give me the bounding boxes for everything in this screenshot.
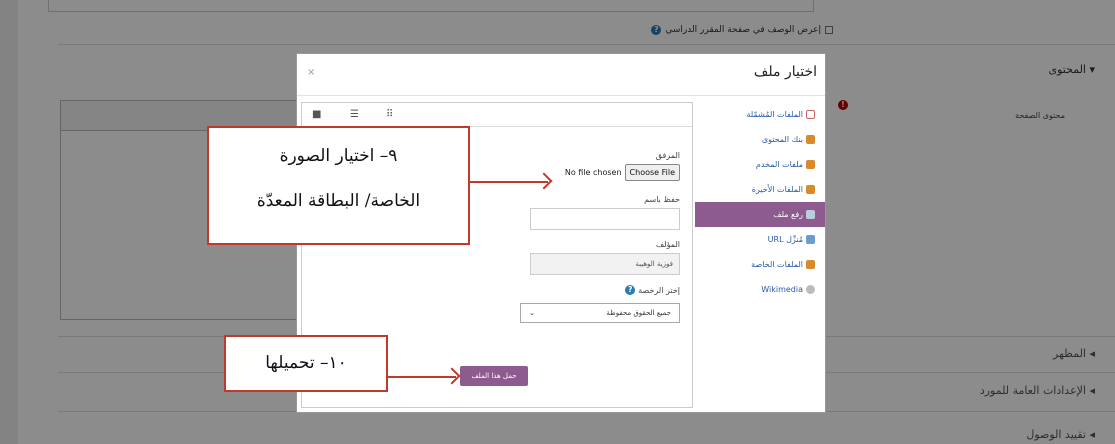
annotation-text: ٩– اختيار الصورة [279,146,398,166]
repo-url-downloader[interactable]: مُنزِّل URL [695,227,825,252]
content-bank-icon [806,135,815,144]
dialog-header: اختيار ملف × [297,54,825,96]
license-label-row: إختر الرخصة ? [320,285,680,295]
wikimedia-icon [806,285,815,294]
repo-recent-files[interactable]: الملفات الأخيرة [695,177,825,202]
list-view-icon[interactable]: ☰ [350,109,359,120]
private-files-icon [806,260,815,269]
close-icon[interactable]: × [307,67,315,78]
no-file-text: No file chosen [564,168,622,177]
upload-icon [806,210,815,219]
license-select[interactable]: جميع الحقوق محفوظة ⌄ [520,303,680,323]
repo-wikimedia[interactable]: Wikimedia [695,277,825,302]
chevron-down-icon: ⌄ [529,309,535,317]
choose-file-button[interactable]: Choose File [624,164,680,181]
license-selected-value: جميع الحقوق محفوظة [606,309,671,317]
annotation-step-9: ٩– اختيار الصورة الخاصة/ البطاقة المعدّة [207,126,470,245]
repo-server-files[interactable]: ملفات المخدم [695,152,825,177]
annotation-arrow [470,181,548,183]
annotation-step-10: ١٠– تحميلها [224,335,388,392]
license-label: إختر الرخصة [638,285,680,295]
repo-upload-file[interactable]: رفع ملف [695,202,825,227]
annotation-arrow [388,376,456,378]
repository-list: الملفات المُشمّلة بنك المحتوى ملفات المخ… [695,102,825,302]
repo-label: الملفات المُشمّلة [746,110,803,119]
url-icon [806,235,815,244]
repo-label: مُنزِّل URL [767,235,803,244]
author-input[interactable]: فوزية الوهيبة [530,253,680,275]
help-icon[interactable]: ? [625,285,636,295]
save-as-input[interactable] [530,208,680,230]
folder-view-icon[interactable]: ■ [312,109,321,120]
annotation-text: الخاصة/ البطاقة المعدّة [256,191,421,211]
annotation-text: ١٠– تحميلها [265,353,347,373]
repo-content-bank[interactable]: بنك المحتوى [695,127,825,152]
repo-label: الملفات الأخيرة [751,185,803,194]
repo-label: Wikimedia [761,285,803,294]
view-toolbar: ■ ☰ ⠿ [302,103,692,127]
repo-label: الملفات الخاصة [751,260,803,269]
repo-label: ملفات المخدم [755,160,803,169]
recent-files-icon [806,185,815,194]
repo-label: بنك المحتوى [761,135,803,144]
server-files-icon [806,160,815,169]
upload-file-button[interactable]: حمل هذا الملف [460,366,528,386]
dialog-title: اختيار ملف [753,64,817,80]
repo-embedded-files[interactable]: الملفات المُشمّلة [695,102,825,127]
repo-private-files[interactable]: الملفات الخاصة [695,252,825,277]
grid-view-icon[interactable]: ⠿ [386,109,393,120]
file-icon [806,110,815,119]
repo-label: رفع ملف [773,210,803,219]
